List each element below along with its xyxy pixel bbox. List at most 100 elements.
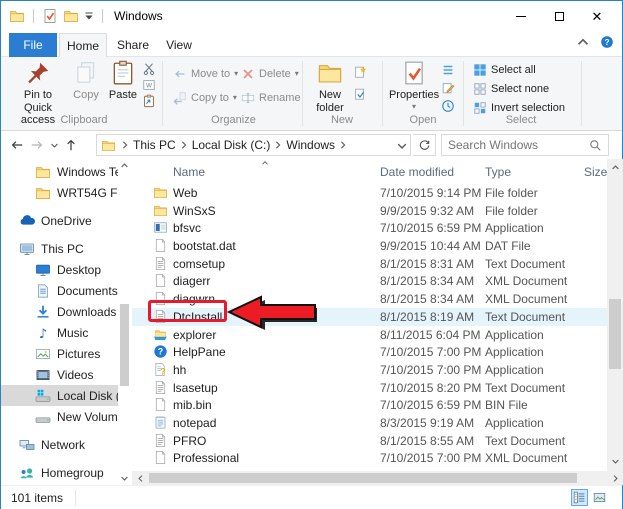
search-input[interactable] <box>448 138 589 152</box>
minimize-icon <box>516 15 526 17</box>
history-icon[interactable] <box>441 99 455 113</box>
paste-button[interactable]: Paste <box>105 60 141 102</box>
scrollbar-thumb[interactable] <box>120 304 129 386</box>
file-list-scrollbar[interactable] <box>607 159 623 471</box>
sidebar-item[interactable]: This PC <box>1 238 118 259</box>
sidebar-item[interactable]: Pictures <box>1 343 118 364</box>
sidebar-item[interactable]: Homegroup <box>1 462 118 483</box>
minimize-ribbon-chevron-icon[interactable] <box>576 35 590 49</box>
divider <box>75 489 77 506</box>
sidebar-item[interactable]: Desktop <box>1 259 118 280</box>
scrollbar-thumb[interactable] <box>149 473 577 483</box>
forward-button[interactable] <box>27 135 47 155</box>
sidebar-item[interactable]: Documents <box>1 280 118 301</box>
file-row[interactable]: ? HelpPane 7/10/2015 7:00 PM Application <box>132 343 607 361</box>
breadcrumb-item[interactable]: Local Disk (C:) <box>189 138 284 152</box>
cut-icon[interactable] <box>142 62 156 76</box>
minimize-button[interactable] <box>502 3 540 29</box>
copy-to-button[interactable]: Copy to ▾ <box>173 89 237 106</box>
search-box[interactable] <box>441 134 609 156</box>
recent-locations-button[interactable] <box>47 135 61 155</box>
move-to-button[interactable]: Move to ▾ <box>173 65 238 82</box>
sidebar-scroll-down-button[interactable] <box>118 471 131 485</box>
tab-share[interactable]: Share <box>111 33 155 57</box>
new-item-icon[interactable] <box>353 65 367 79</box>
refresh-button[interactable] <box>413 134 436 156</box>
details-view-button[interactable] <box>571 489 588 506</box>
sidebar-item-label: Homegroup <box>41 465 104 480</box>
customize-toolbar-chevron-icon[interactable] <box>84 11 94 21</box>
scroll-up-button[interactable] <box>609 161 622 174</box>
breadcrumb-item[interactable]: This PC <box>130 138 189 152</box>
sidebar-item[interactable]: ♪ Music <box>1 322 118 343</box>
file-row[interactable]: PFRO 8/1/2015 8:55 AM Text Document <box>132 432 607 450</box>
sidebar-item[interactable]: Videos <box>1 364 118 385</box>
up-button[interactable] <box>61 135 81 155</box>
delete-button[interactable]: Delete ▾ <box>241 65 299 82</box>
column-header-date-modified[interactable]: Date modified <box>380 165 454 179</box>
help-icon[interactable]: ? <box>600 35 614 49</box>
properties-quick-icon[interactable] <box>42 8 58 24</box>
properties-button[interactable]: Properties ▾ <box>389 60 439 111</box>
new-folder-quick-icon[interactable] <box>63 8 79 24</box>
file-row[interactable]: ? hh 7/10/2015 7:00 PM Application <box>132 361 607 379</box>
copy-button[interactable]: Copy <box>69 60 103 102</box>
file-row[interactable]: bootstat.dat 9/9/2015 10:44 AM DAT File <box>132 237 607 255</box>
address-dropdown-chevron-icon[interactable] <box>396 140 408 152</box>
quick-access-toolbar <box>1 8 106 24</box>
file-row[interactable]: Professional 7/10/2015 7:00 PM XML Docum… <box>132 449 607 467</box>
column-header-size[interactable]: Size <box>584 165 607 179</box>
scroll-up-button[interactable] <box>118 159 131 172</box>
sidebar-item[interactable]: Local Disk (C:) <box>1 385 118 406</box>
tab-file[interactable]: File <box>9 33 57 57</box>
paste-shortcut-icon[interactable] <box>142 94 156 108</box>
file-row[interactable]: WinSxS 9/9/2015 9:32 AM File folder <box>132 202 607 220</box>
text-file-icon <box>153 256 168 271</box>
horizontal-scrollbar[interactable] <box>132 471 623 485</box>
select-all-button[interactable]: Select all <box>473 61 536 78</box>
back-button[interactable] <box>7 135 27 155</box>
column-header-name[interactable]: Name <box>173 165 205 179</box>
breadcrumb-item[interactable]: Windows <box>283 138 348 152</box>
scroll-left-button[interactable] <box>134 472 147 485</box>
column-header-type[interactable]: Type <box>485 165 511 179</box>
sidebar-item[interactable]: Downloads <box>1 301 118 322</box>
sidebar-item[interactable]: OneDrive <box>1 210 118 231</box>
sidebar-item[interactable]: Network <box>1 434 118 455</box>
network-icon <box>19 437 35 453</box>
file-row[interactable]: Web 7/10/2015 9:14 PM File folder <box>132 184 607 202</box>
documents-icon <box>35 283 51 299</box>
file-row[interactable]: comsetup 8/1/2015 8:31 AM Text Document <box>132 255 607 273</box>
scroll-right-button[interactable] <box>609 472 622 485</box>
copy-path-icon[interactable]: W <box>142 78 156 92</box>
tab-home[interactable]: Home <box>59 33 107 57</box>
scrollbar-thumb[interactable] <box>609 299 621 369</box>
tab-view[interactable]: View <box>159 33 199 57</box>
easy-access-icon[interactable] <box>353 87 367 101</box>
file-date-modified: 8/1/2015 8:34 AM <box>380 274 475 289</box>
file-row[interactable]: mib.bin 7/10/2015 6:59 PM BIN File <box>132 396 607 414</box>
open-icon[interactable] <box>441 63 455 77</box>
maximize-icon <box>554 11 564 21</box>
sidebar-item[interactable]: Windows Techie <box>1 161 118 182</box>
close-button[interactable]: ✕ <box>578 3 616 29</box>
sidebar-item[interactable]: WRT54G Firmwa <box>1 182 118 203</box>
file-row[interactable]: notepad 8/3/2015 9:19 AM Application <box>132 414 607 432</box>
chevron-right-icon <box>120 140 130 150</box>
file-row[interactable]: diagerr 8/1/2015 8:34 AM XML Document <box>132 272 607 290</box>
scroll-down-button[interactable] <box>609 455 622 468</box>
sidebar-item[interactable]: New Volume (E:) <box>1 406 118 427</box>
edit-icon[interactable] <box>441 81 455 95</box>
sidebar-scrollbar[interactable] <box>118 159 131 471</box>
select-none-button[interactable]: Select none <box>473 80 549 97</box>
file-name: Web <box>173 186 198 200</box>
maximize-button[interactable] <box>540 3 578 29</box>
rename-button[interactable]: Rename <box>241 89 301 106</box>
file-row[interactable]: bfsvc 7/10/2015 6:59 PM Application <box>132 219 607 237</box>
chevron-right-icon <box>338 140 348 150</box>
thumbnails-view-button[interactable] <box>591 489 608 506</box>
file-row[interactable]: explorer 8/11/2015 6:04 PM Application <box>132 326 607 344</box>
new-folder-button[interactable]: New folder <box>309 60 351 114</box>
address-bar[interactable]: This PC Local Disk (C:) Windows <box>96 134 411 156</box>
file-row[interactable]: lsasetup 7/10/2015 8:20 PM Text Document <box>132 379 607 397</box>
